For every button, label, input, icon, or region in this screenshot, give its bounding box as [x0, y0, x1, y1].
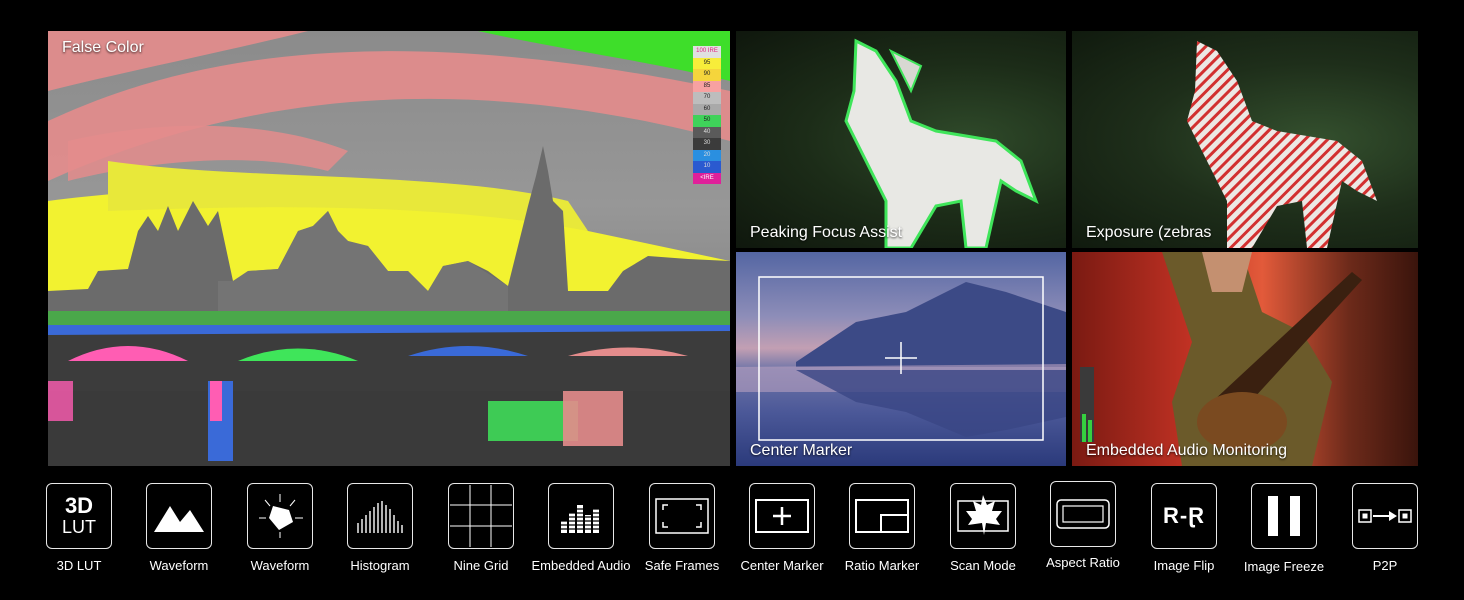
- guitarist-image: [1162, 252, 1362, 466]
- waveform-mountains-icon: [146, 483, 212, 549]
- ratio-marker-icon: [849, 483, 915, 549]
- audio-meter: [1080, 367, 1094, 442]
- center-marker-label: Center Marker: [750, 442, 853, 459]
- horse-image: [844, 38, 1039, 248]
- false-color-image: [48, 31, 730, 466]
- histogram-icon: [347, 483, 413, 549]
- feature-image-freeze: Image Freeze: [1229, 483, 1339, 574]
- mountain-lake-image: [736, 276, 1066, 441]
- nine-grid-icon: [448, 483, 514, 549]
- feature-p2p: P2P: [1330, 483, 1440, 573]
- feature-histogram: Histogram: [325, 483, 435, 573]
- center-marker-preview: Center Marker: [736, 252, 1066, 466]
- aspect-ratio-icon: [1050, 481, 1116, 547]
- feature-scan-mode: Scan Mode: [928, 483, 1038, 573]
- feature-embedded-audio: Embedded Audio: [526, 483, 636, 573]
- maple-leaf-icon: [950, 483, 1016, 549]
- feature-waveform-vector: Waveform: [225, 483, 335, 573]
- zebras-label: Exposure (zebras: [1086, 224, 1212, 241]
- false-color-label: False Color: [62, 39, 144, 56]
- feature-waveform: Waveform: [124, 483, 234, 573]
- audio-label: Embedded Audio Monitoring: [1086, 442, 1288, 459]
- pause-icon: [1251, 483, 1317, 549]
- audio-bars-icon: [548, 483, 614, 549]
- ire-scale: 100 IRE 95 90 85 70 60 50 40 30 20 10 <I…: [693, 46, 721, 184]
- false-color-preview: False Color 100 IRE 95 90 85 70 60 50 40…: [48, 31, 730, 466]
- safe-frames-icon: [649, 483, 715, 549]
- p2p-icon: [1352, 483, 1418, 549]
- feature-nine-grid: Nine Grid: [426, 483, 536, 573]
- image-flip-icon: R-Ɽ: [1151, 483, 1217, 549]
- feature-center-marker: Center Marker: [727, 483, 837, 573]
- 3d-lut-icon: 3D LUT: [46, 483, 112, 549]
- audio-monitoring-preview: Embedded Audio Monitoring: [1072, 252, 1418, 466]
- peaking-label: Peaking Focus Assist: [750, 224, 903, 241]
- vectorscope-icon: [247, 483, 313, 549]
- center-marker-icon: [749, 483, 815, 549]
- feature-ratio-marker: Ratio Marker: [827, 483, 937, 573]
- feature-3d-lut: 3D LUT 3D LUT: [24, 483, 134, 573]
- feature-safe-frames: Safe Frames: [627, 483, 737, 573]
- peaking-focus-preview: Peaking Focus Assist: [736, 31, 1066, 248]
- feature-aspect-ratio: Aspect Ratio: [1028, 481, 1138, 570]
- zebras-preview: Exposure (zebras: [1072, 31, 1418, 248]
- feature-image-flip: R-Ɽ Image Flip: [1129, 483, 1239, 573]
- horse-zebra-image: [1187, 41, 1377, 248]
